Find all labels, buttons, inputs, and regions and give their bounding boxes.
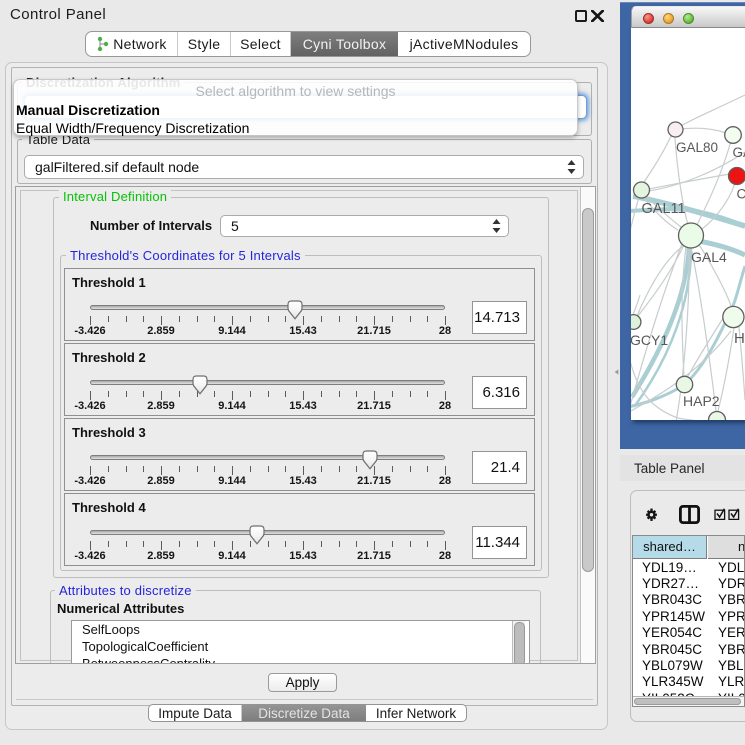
svg-text:HAP2: HAP2 bbox=[683, 393, 720, 409]
svg-text:GCY1: GCY1 bbox=[631, 332, 668, 348]
svg-text:GAL80: GAL80 bbox=[676, 140, 718, 155]
svg-text:H: H bbox=[734, 330, 745, 347]
svg-text:C: C bbox=[737, 187, 745, 202]
svg-text:GAL4: GAL4 bbox=[691, 249, 727, 265]
svg-text:GA: GA bbox=[733, 145, 745, 160]
svg-text:GAL11: GAL11 bbox=[642, 201, 686, 217]
